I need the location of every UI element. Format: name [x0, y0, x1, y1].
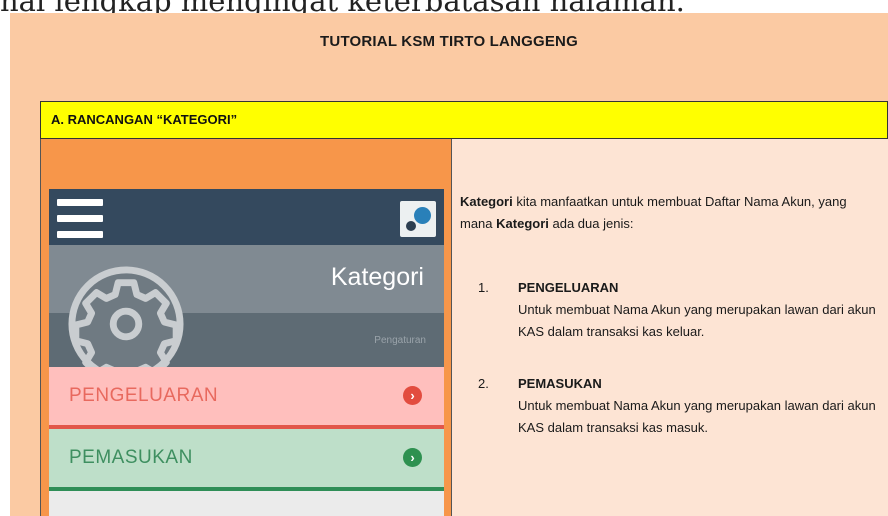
category-label: PENGELUARAN — [69, 385, 219, 406]
app-top-bar — [49, 189, 444, 245]
category-header: Kategori Pengaturan — [49, 245, 444, 383]
tutorial-sheet: TUTORIAL KSM TIRTO LANGGENG A. RANCANGAN… — [10, 13, 888, 516]
description-panel: Kategori kita manfaatkan untuk membuat D… — [452, 139, 888, 516]
gear-icon — [68, 266, 184, 383]
list-item: 1. PENGELUARAN Untuk membuat Nama Akun y… — [478, 277, 878, 343]
bold-term: Kategori — [496, 216, 549, 231]
intro-text: ada dua jenis: — [548, 216, 634, 231]
item-description: Untuk membuat Nama Akun yang merupakan l… — [518, 398, 876, 435]
item-description: Untuk membuat Nama Akun yang merupakan l… — [518, 302, 876, 339]
category-title: Kategori — [330, 263, 424, 291]
item-number: 2. — [478, 376, 489, 391]
item-number: 1. — [478, 280, 489, 295]
app-mockup: Kategori Pengaturan PENGELUARAN › PEMASU… — [49, 189, 444, 516]
chevron-right-icon: › — [403, 386, 422, 405]
category-row-pengeluaran[interactable]: PENGELUARAN › — [49, 367, 444, 429]
section-heading: A. RANCANGAN “KATEGORI” — [51, 112, 238, 127]
bubbles-logo-icon — [400, 201, 436, 237]
section-heading-bar: A. RANCANGAN “KATEGORI” — [40, 101, 888, 139]
empty-row — [49, 491, 444, 516]
item-heading: PEMASUKAN — [518, 376, 602, 391]
tutorial-title: TUTORIAL KSM TIRTO LANGGENG — [320, 33, 578, 50]
list-item: 2. PEMASUKAN Untuk membuat Nama Akun yan… — [478, 373, 878, 439]
hamburger-menu-icon[interactable] — [57, 199, 103, 239]
item-heading: PENGELUARAN — [518, 280, 619, 295]
bold-term: Kategori — [460, 194, 513, 209]
category-label: PEMASUKAN — [69, 447, 193, 468]
settings-subtitle: Pengaturan — [374, 335, 426, 346]
intro-paragraph: Kategori kita manfaatkan untuk membuat D… — [460, 191, 870, 235]
chevron-right-icon: › — [403, 448, 422, 467]
category-row-pemasukan[interactable]: PEMASUKAN › — [49, 429, 444, 491]
app-mockup-panel: Kategori Pengaturan PENGELUARAN › PEMASU… — [40, 139, 452, 516]
